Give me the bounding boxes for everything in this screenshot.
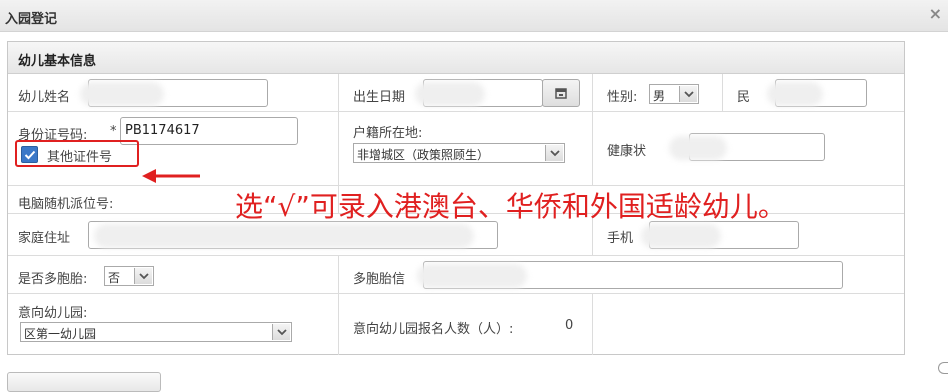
- other-id-highlight: 其他证件号: [15, 140, 139, 167]
- scroll-indicator: [938, 362, 948, 374]
- redaction-blur: [641, 224, 721, 248]
- multiple-birth-value: 否: [108, 271, 121, 285]
- cell-household: 户籍所在地: 非增城区（政策照顾生）: [339, 112, 593, 185]
- gender-label: 性别:: [607, 90, 638, 105]
- chevron-down-icon: [134, 268, 152, 284]
- cell-multiple-birth: 是否多胞胎: 否: [8, 256, 339, 293]
- annotation-text: 选“√”可录入港澳台、华侨和外国适龄幼儿。: [235, 190, 786, 223]
- cell-child-name: 幼儿姓名: [8, 74, 339, 111]
- gender-value: 男: [653, 89, 666, 103]
- household-value: 非增城区（政策照顾生）: [357, 148, 490, 162]
- cell-empty-2: [593, 294, 904, 355]
- redaction-blur: [669, 136, 727, 160]
- redaction-blur: [767, 82, 823, 106]
- form-row-1: 幼儿姓名 出生日期 性别: 男 民: [8, 74, 904, 112]
- calendar-button[interactable]: [542, 79, 580, 107]
- cell-kindergarten: 意向幼儿园: 区第一幼儿园: [8, 294, 339, 355]
- cell-gender: 性别: 男: [593, 74, 723, 111]
- dialog-title: 入园登记: [5, 12, 58, 27]
- cell-apply-count: 意向幼儿园报名人数（人）: 0: [339, 294, 593, 355]
- id-number-input[interactable]: PB1174617: [120, 117, 298, 145]
- annotation-arrow: [142, 169, 200, 183]
- ethnicity-label: 民: [737, 90, 751, 105]
- kindergarten-select[interactable]: 区第一幼儿园: [20, 322, 292, 342]
- household-select[interactable]: 非增城区（政策照顾生）: [353, 143, 565, 163]
- check-icon: [24, 150, 36, 160]
- form-row-5: 是否多胞胎: 否 多胞胎信: [8, 256, 904, 294]
- cell-birth-date: 出生日期: [339, 74, 593, 111]
- required-marker: *: [110, 124, 117, 139]
- multiple-birth-select[interactable]: 否: [104, 266, 154, 286]
- address-label: 家庭住址: [18, 231, 71, 246]
- redaction-blur: [94, 224, 474, 248]
- cell-health: 健康状: [593, 112, 904, 185]
- apply-count-value: 0: [565, 318, 574, 333]
- form-row-6: 意向幼儿园: 区第一幼儿园 意向幼儿园报名人数（人）: 0: [8, 294, 904, 355]
- panel-header: 幼儿基本信息: [8, 42, 904, 74]
- calendar-icon: [555, 88, 567, 99]
- computer-no-label: 电脑随机派位号:: [18, 197, 114, 212]
- chevron-down-icon: [679, 86, 697, 102]
- cell-ethnicity: 民: [723, 74, 904, 111]
- birth-date-label: 出生日期: [353, 90, 406, 105]
- close-icon[interactable]: ×: [929, 4, 942, 23]
- multiple-birth-label: 是否多胞胎:: [18, 272, 88, 287]
- household-label: 户籍所在地:: [353, 126, 423, 141]
- kindergarten-label: 意向幼儿园:: [18, 306, 88, 321]
- cell-multiple-info: 多胞胎信: [339, 256, 904, 293]
- other-id-label: 其他证件号: [47, 150, 113, 165]
- phone-label: 手机: [607, 231, 634, 246]
- multiple-info-label: 多胞胎信: [353, 272, 406, 287]
- apply-count-label: 意向幼儿园报名人数（人）:: [353, 322, 514, 337]
- health-label: 健康状: [607, 144, 647, 159]
- chevron-down-icon: [545, 145, 563, 161]
- chevron-down-icon: [272, 324, 290, 340]
- id-number-value: PB1174617: [125, 123, 200, 138]
- dialog-titlebar: 入园登记 ×: [0, 0, 948, 32]
- child-name-label: 幼儿姓名: [18, 90, 71, 105]
- kindergarten-value: 区第一幼儿园: [24, 327, 97, 341]
- redaction-blur: [80, 82, 164, 106]
- redaction-blur: [417, 264, 527, 288]
- other-id-checkbox[interactable]: [21, 146, 38, 163]
- gender-select[interactable]: 男: [649, 84, 699, 104]
- redaction-blur: [415, 82, 485, 106]
- bottom-partial-button[interactable]: [7, 372, 161, 392]
